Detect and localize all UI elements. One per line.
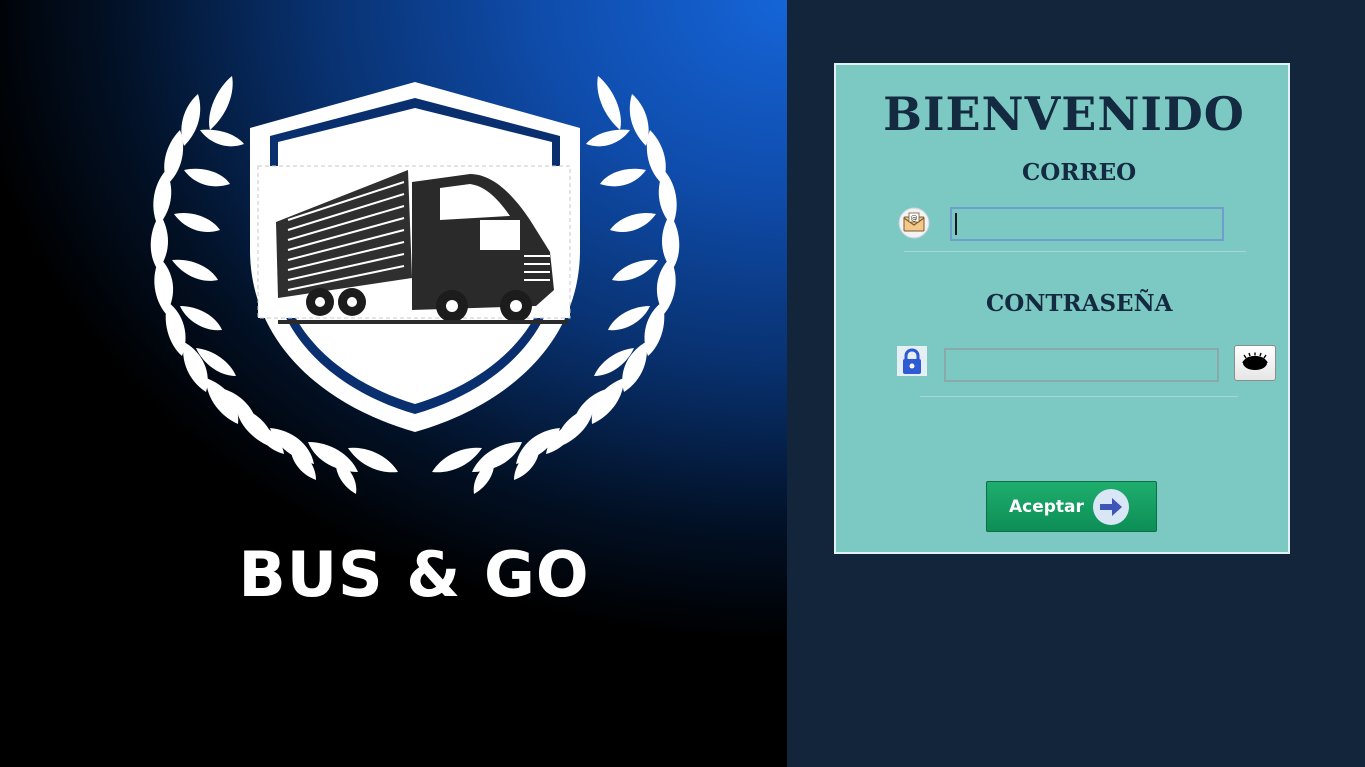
password-underline	[920, 396, 1238, 397]
brand-name: BUS & GO	[238, 538, 590, 611]
lock-icon	[897, 346, 927, 376]
email-input[interactable]	[950, 207, 1224, 241]
accept-button-label: Aceptar	[1009, 496, 1084, 517]
login-window: BUS & GO BIENVENIDO CORREO @ CONTRASEÑA	[0, 0, 1365, 767]
email-label: CORREO	[1022, 159, 1137, 186]
svg-text:@: @	[911, 215, 918, 223]
password-label: CONTRASEÑA	[986, 290, 1173, 317]
eye-icon	[1242, 352, 1268, 370]
login-card: BIENVENIDO CORREO @ CONTRASEÑA Aceptar	[834, 63, 1290, 554]
email-underline	[904, 251, 1246, 252]
brand-panel: BUS & GO	[0, 0, 787, 767]
bus-and-go-logo	[150, 76, 680, 494]
arrow-right-icon	[1093, 489, 1129, 525]
toggle-password-button[interactable]	[1234, 345, 1276, 381]
accept-button[interactable]: Aceptar	[986, 481, 1157, 532]
envelope-icon: @	[898, 207, 930, 239]
truck-icon	[257, 165, 571, 324]
password-input[interactable]	[944, 348, 1219, 382]
welcome-title: BIENVENIDO	[883, 87, 1245, 141]
text-caret	[955, 213, 957, 235]
